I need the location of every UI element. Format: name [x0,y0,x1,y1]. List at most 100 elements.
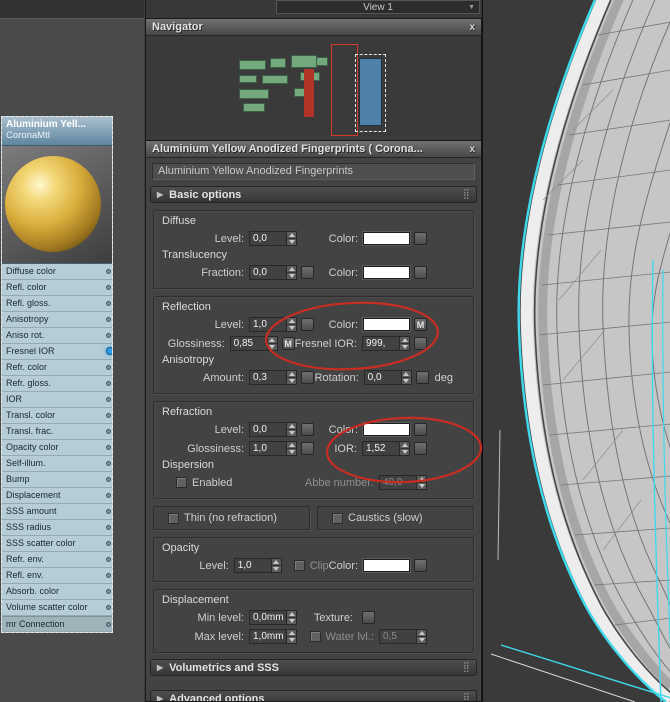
reflection-level-map-button[interactable] [301,318,314,331]
slot-row[interactable]: Anisotropy [2,312,112,328]
navigator-node[interactable] [291,55,317,68]
slot-socket-icon[interactable] [106,381,111,386]
material-panel-titlebar[interactable]: Aluminium Yellow Anodized Fingerprints (… [146,141,481,158]
close-icon[interactable]: x [463,144,475,155]
navigator-node-selected[interactable] [359,58,382,126]
diffuse-color-swatch[interactable] [362,231,411,246]
spinner-value[interactable]: 1,0 [233,558,271,573]
opacity-level-spinner[interactable]: 1,0 [233,558,282,573]
slot-socket-icon[interactable] [106,269,111,274]
slot-socket-icon[interactable] [106,445,111,450]
slot-row[interactable]: Aniso rot. [2,328,112,344]
navigator-node[interactable] [239,60,266,70]
slot-row[interactable]: Refl. color [2,280,112,296]
material-node-header[interactable]: Aluminium Yell... CoronaMtl [2,117,112,146]
navigator-node[interactable] [239,75,257,83]
thin-checkbox[interactable] [168,512,179,524]
slot-row[interactable]: Volume scatter color [2,600,112,616]
reflection-glossiness-spinner[interactable]: 0,85 [229,336,278,351]
translucency-fraction-spinner[interactable]: 0,0 [249,265,297,280]
slot-socket-icon[interactable] [106,333,111,338]
navigator-titlebar[interactable]: Navigator x [146,19,481,36]
refraction-glossiness-spinner[interactable]: 1,0 [249,441,297,456]
refraction-ior-spinner[interactable]: 1,52 [362,441,410,456]
slot-socket-icon[interactable] [106,477,111,482]
spinner-arrows-icon[interactable] [266,336,278,351]
slot-row[interactable]: SSS amount [2,504,112,520]
diffuse-level-spinner[interactable]: 0,0 [249,231,297,246]
slot-row[interactable]: SSS radius [2,520,112,536]
fresnel-ior-map-button[interactable] [414,337,427,350]
spinner-arrows-icon[interactable] [400,370,412,385]
spinner-arrows-icon[interactable] [286,231,297,246]
rollout-basic-options[interactable]: ▶ Basic options ⣿ [150,186,477,203]
viewport-layout-dropdown[interactable]: View 1 ▼ [276,0,480,14]
clip-checkbox[interactable] [293,560,305,571]
refraction-ior-map-button[interactable] [414,442,427,455]
spinner-arrows-icon[interactable] [399,336,410,351]
slot-row[interactable]: Self-illum. [2,456,112,472]
slot-row[interactable]: Opacity color [2,440,112,456]
reflection-level-spinner[interactable]: 1,0 [249,317,297,332]
spinner-value[interactable]: 0,0mm [249,610,286,625]
slate-editor-background[interactable]: Aluminium Yell... CoronaMtl Diffuse colo… [0,0,144,702]
slot-socket-icon[interactable] [106,493,111,498]
translucency-color-swatch[interactable] [362,265,411,280]
spinner-value[interactable]: 40,0 [379,475,416,490]
slot-socket-icon[interactable] [106,605,111,610]
spinner-value[interactable]: 0,0 [249,231,286,246]
spinner-value[interactable]: 1,0mm [249,629,286,644]
slot-row[interactable]: Refl. env. [2,568,112,584]
refraction-color-swatch[interactable] [362,422,411,437]
diffuse-color-map-button[interactable] [414,232,427,245]
translucency-color-map-button[interactable] [414,266,427,279]
navigator-view-rect[interactable] [331,44,358,136]
aniso-amount-spinner[interactable]: 0,3 [249,370,297,385]
reflection-color-swatch[interactable] [362,317,411,332]
spinner-value[interactable]: 0,0 [249,422,286,437]
spinner-value[interactable]: 1,0 [249,441,286,456]
spinner-value[interactable]: 999, [362,336,399,351]
slot-row[interactable]: Bump [2,472,112,488]
slot-socket-icon[interactable] [106,461,111,466]
close-icon[interactable]: x [463,22,475,33]
reflection-color-map-button[interactable]: M [414,318,427,331]
slot-socket-icon[interactable] [106,509,111,514]
slot-socket-icon[interactable] [106,317,111,322]
spinner-value[interactable]: 0,3 [249,370,286,385]
navigator-node[interactable] [316,57,328,66]
spinner-arrows-icon[interactable] [416,475,427,490]
slot-socket-icon[interactable] [106,347,112,355]
slot-row-mr-connection[interactable]: mr Connection [2,616,112,632]
spinner-value[interactable]: 1,52 [362,441,399,456]
spinner-value[interactable]: 0,85 [229,336,267,351]
spinner-arrows-icon[interactable] [286,441,297,456]
slot-row[interactable]: Absorb. color [2,584,112,600]
slot-socket-icon[interactable] [106,525,111,530]
rollout-advanced[interactable]: ▶ Advanced options ⣿ [150,690,477,701]
navigator-node[interactable] [262,75,288,84]
spinner-arrows-icon[interactable] [286,370,297,385]
fresnel-ior-spinner[interactable]: 999, [362,336,410,351]
water-level-checkbox[interactable] [309,631,321,642]
refraction-color-map-button[interactable] [414,423,427,436]
spinner-value[interactable]: 0,5 [379,629,416,644]
navigator-node[interactable] [304,69,314,117]
abbe-number-spinner[interactable]: 40,0 [379,475,427,490]
navigator-node[interactable] [270,58,286,68]
spinner-arrows-icon[interactable] [286,422,297,437]
spinner-arrows-icon[interactable] [286,629,297,644]
slot-row[interactable]: Refr. gloss. [2,376,112,392]
aniso-amount-map-button[interactable] [301,371,314,384]
slot-socket-icon[interactable] [106,285,111,290]
refraction-level-map-button[interactable] [301,423,314,436]
opacity-color-swatch[interactable] [362,558,411,573]
slot-row[interactable]: Diffuse color [2,264,112,280]
slot-row[interactable]: Refr. color [2,360,112,376]
refraction-glossiness-map-button[interactable] [301,442,314,455]
slot-row[interactable]: Refl. gloss. [2,296,112,312]
slot-socket-icon[interactable] [106,365,111,370]
material-node[interactable]: Aluminium Yell... CoronaMtl Diffuse colo… [1,116,113,633]
water-level-spinner[interactable]: 0,5 [379,629,427,644]
slot-row[interactable]: Refr. env. [2,552,112,568]
